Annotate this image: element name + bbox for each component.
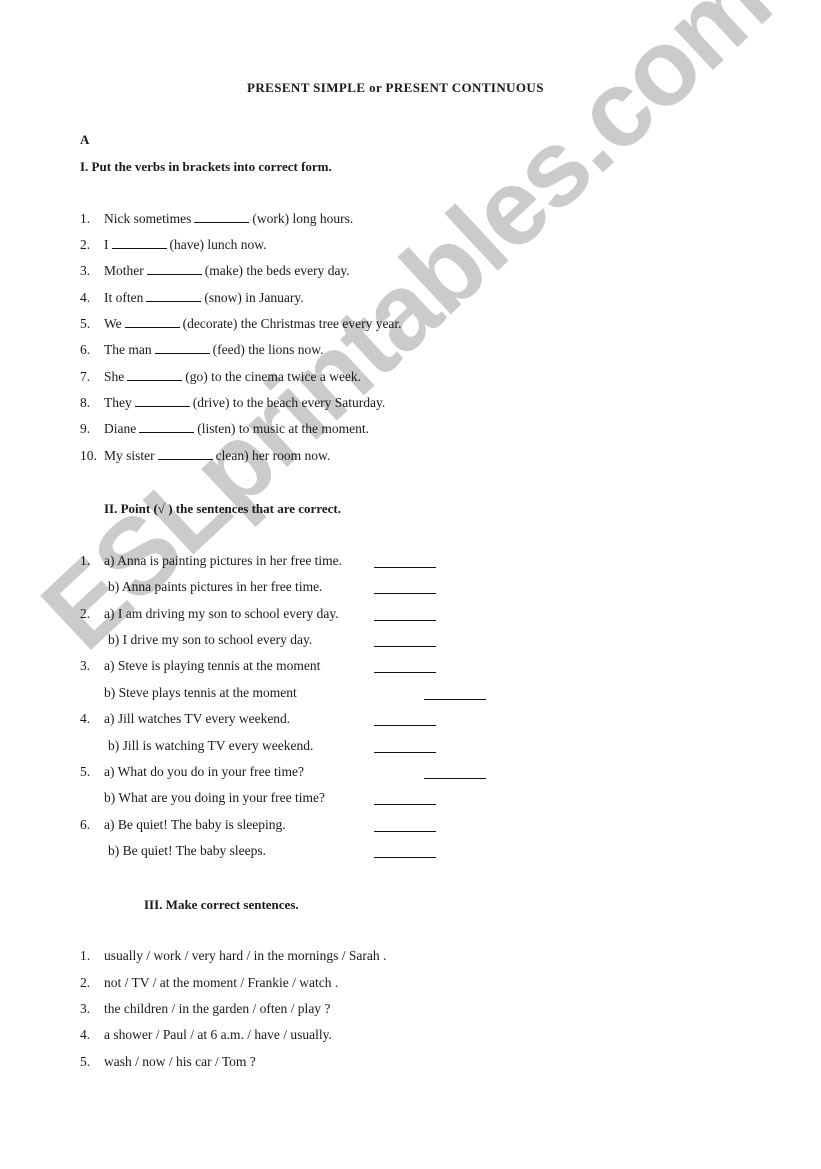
item-text-after: (drive) to the beach every Saturday. (192, 395, 386, 410)
option-a: a) I am driving my son to school every d… (104, 606, 339, 621)
section3-heading: III. Make correct sentences. (144, 897, 299, 912)
fill-blank[interactable] (124, 315, 180, 328)
item-number: 7. (80, 369, 91, 384)
item-number: 1. (80, 211, 91, 226)
item-number: 4. (80, 711, 91, 726)
answer-line[interactable] (374, 672, 436, 673)
item-text: usually / work / very hard / in the morn… (104, 948, 387, 963)
part-label: A (80, 132, 90, 147)
item-text-before: She (104, 369, 125, 384)
option-b: b) Be quiet! The baby sleeps. (108, 843, 266, 858)
item-text-after: (work) long hours. (252, 211, 354, 226)
answer-line[interactable] (424, 699, 486, 700)
fill-blank[interactable] (134, 394, 190, 407)
item-number: 4. (80, 1027, 91, 1042)
item-text-before: The man (104, 342, 152, 357)
item-text-after: (make) the beds every day. (204, 263, 350, 278)
item-number: 3. (80, 1001, 91, 1016)
item-number: 2. (80, 606, 91, 621)
option-a: a) Jill watches TV every weekend. (104, 711, 291, 726)
item-text-before: I (104, 237, 109, 252)
item-text-before: We (104, 316, 122, 331)
item-text: the children / in the garden / often / p… (104, 1001, 331, 1016)
item-number: 6. (80, 342, 91, 357)
item-number: 5. (80, 1054, 91, 1069)
option-b: b) Anna paints pictures in her free time… (108, 579, 323, 594)
item-text-after: (snow) in January. (204, 290, 304, 305)
item-text-after: clean) her room now. (215, 448, 331, 463)
answer-line[interactable] (374, 646, 436, 647)
fill-blank[interactable] (146, 289, 202, 302)
answer-line[interactable] (374, 857, 436, 858)
fill-blank[interactable] (111, 236, 167, 249)
worksheet-content: PRESENT SIMPLE or PRESENT CONTINUOUS A I… (0, 0, 821, 1169)
item-number: 8. (80, 395, 91, 410)
option-a: a) Steve is playing tennis at the moment (104, 658, 321, 673)
fill-blank[interactable] (139, 420, 195, 433)
item-number: 5. (80, 764, 91, 779)
fill-blank[interactable] (146, 262, 202, 275)
answer-line[interactable] (424, 778, 486, 779)
item-text-after: (feed) the lions now. (212, 342, 324, 357)
item-number: 1. (80, 948, 91, 963)
item-text: not / TV / at the moment / Frankie / wat… (104, 975, 339, 990)
answer-line[interactable] (374, 593, 436, 594)
item-number: 3. (80, 263, 91, 278)
item-text-before: They (104, 395, 132, 410)
answer-line[interactable] (374, 620, 436, 621)
item-number: 6. (80, 817, 91, 832)
item-number: 10. (80, 448, 97, 463)
item-text: a shower / Paul / at 6 a.m. / have / usu… (104, 1027, 332, 1042)
fill-blank[interactable] (157, 447, 213, 460)
item-number: 5. (80, 316, 91, 331)
answer-line[interactable] (374, 567, 436, 568)
worksheet-page: ESLprintables.com PRESENT SIMPLE or PRES… (0, 0, 821, 1169)
answer-line[interactable] (374, 831, 436, 832)
option-b: b) What are you doing in your free time? (104, 790, 325, 805)
option-a: a) What do you do in your free time? (104, 764, 304, 779)
item-number: 3. (80, 658, 91, 673)
item-text-before: My sister (104, 448, 155, 463)
option-b: b) Steve plays tennis at the moment (104, 685, 297, 700)
item-number: 1. (80, 553, 91, 568)
answer-line[interactable] (374, 725, 436, 726)
item-text-before: Diane (104, 421, 137, 436)
fill-blank[interactable] (194, 210, 250, 223)
item-text: wash / now / his car / Tom ? (104, 1054, 256, 1069)
page-title: PRESENT SIMPLE or PRESENT CONTINUOUS (247, 80, 544, 95)
item-text-after: (have) lunch now. (169, 237, 267, 252)
option-a: a) Anna is painting pictures in her free… (104, 553, 343, 568)
item-text-after: (decorate) the Christmas tree every year… (182, 316, 402, 331)
item-number: 2. (80, 237, 91, 252)
section2-heading: II. Point (√ ) the sentences that are co… (104, 501, 341, 516)
option-b: b) Jill is watching TV every weekend. (108, 738, 314, 753)
item-text-before: Nick sometimes (104, 211, 192, 226)
item-text-before: Mother (104, 263, 144, 278)
fill-blank[interactable] (154, 341, 210, 354)
item-number: 9. (80, 421, 91, 436)
answer-line[interactable] (374, 804, 436, 805)
item-text-after: (go) to the cinema twice a week. (185, 369, 362, 384)
option-b: b) I drive my son to school every day. (108, 632, 313, 647)
item-text-after: (listen) to music at the moment. (197, 421, 369, 436)
answer-line[interactable] (374, 752, 436, 753)
fill-blank[interactable] (127, 368, 183, 381)
option-a: a) Be quiet! The baby is sleeping. (104, 817, 286, 832)
item-number: 4. (80, 290, 91, 305)
item-text-before: It often (104, 290, 144, 305)
section1-heading: I. Put the verbs in brackets into correc… (80, 159, 332, 174)
item-number: 2. (80, 975, 91, 990)
